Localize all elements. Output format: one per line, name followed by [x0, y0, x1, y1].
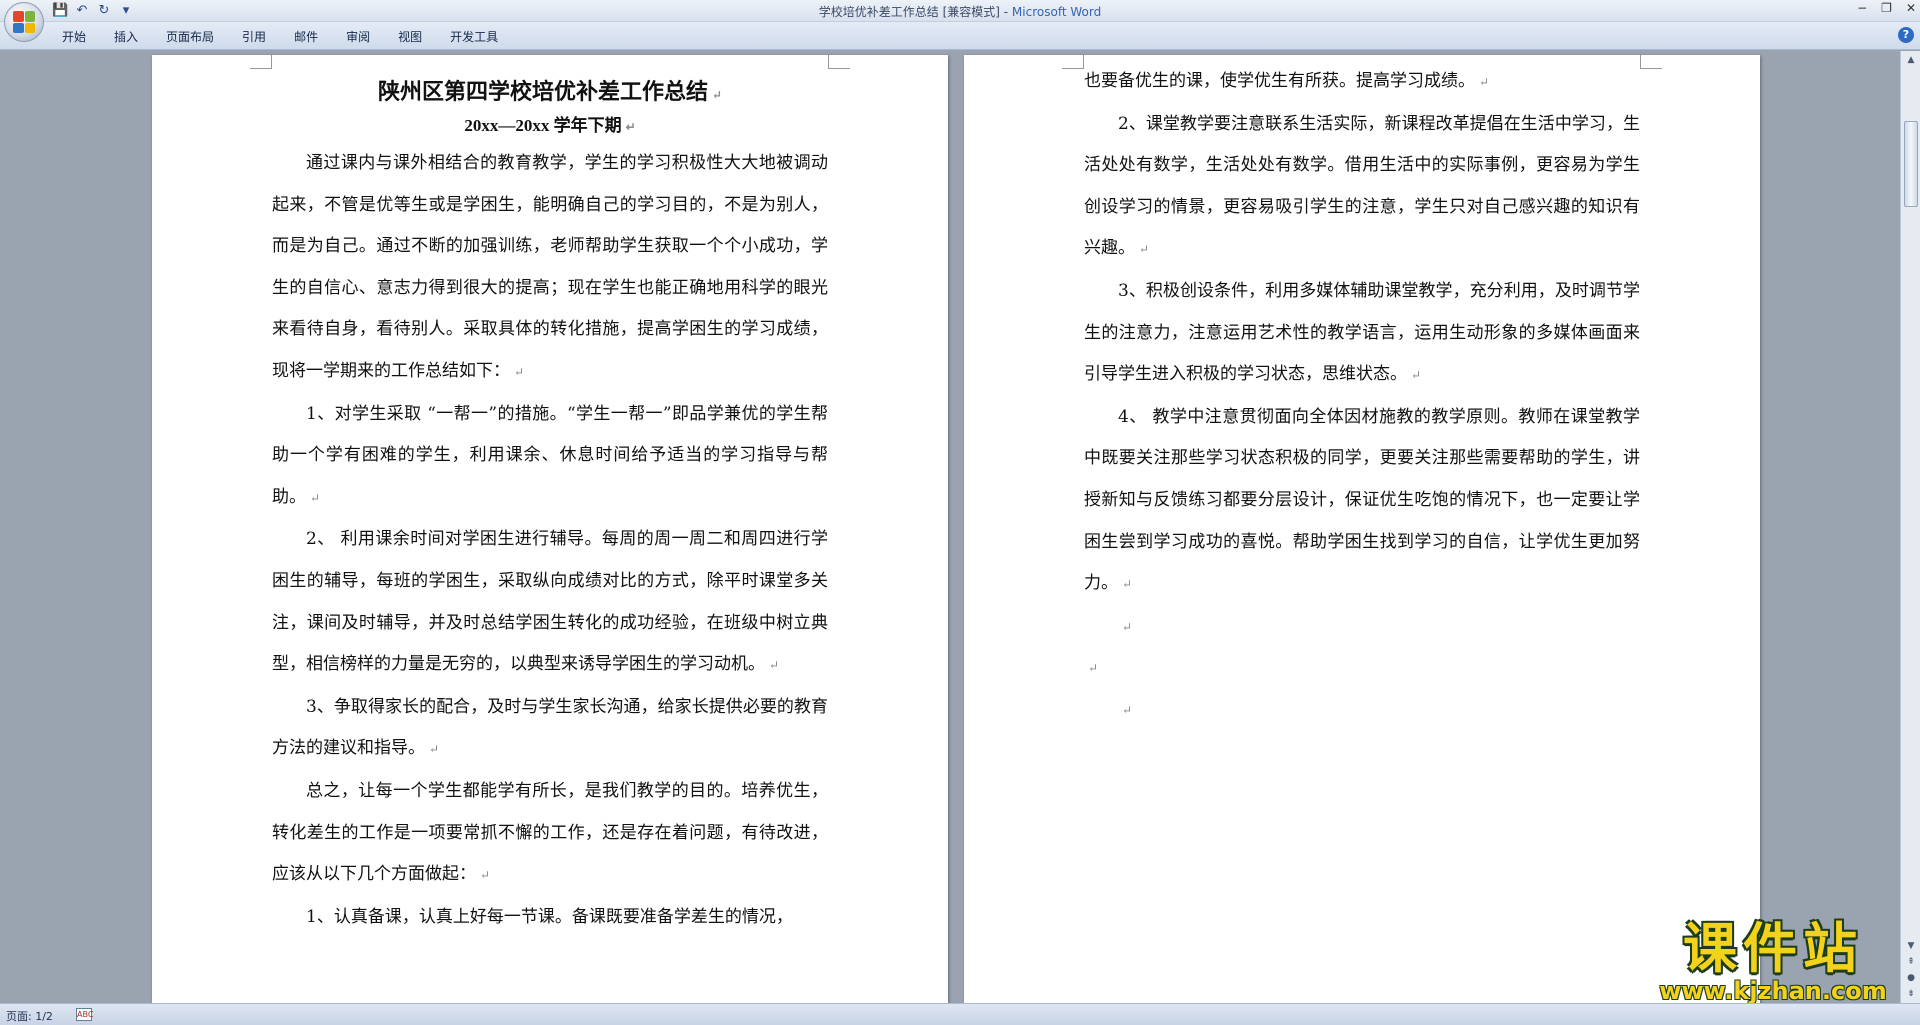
- crop-mark: [250, 55, 272, 69]
- title-bar: 💾 ↶ ↻ ▾ 学校培优补差工作总结 [兼容模式] - Microsoft Wo…: [0, 0, 1920, 42]
- empty-paragraph: ↵: [1088, 661, 1099, 676]
- paragraph: 通过课内与课外相结合的教育教学，学生的学习积极性大大地被调动起来，不管是优等生或…: [272, 153, 828, 381]
- document-title: 陕州区第四学校培优补差工作总结 ↵: [377, 79, 723, 105]
- paragraph: 2、 利用课余时间对学困生进行辅导。每周的周一周二和周四进行学困生的辅导，每班的…: [272, 529, 828, 675]
- paragraph: 1、对学生采取 “一帮一”的措施。“学生一帮一”即品学兼优的学生帮助一个学有困难…: [272, 403, 828, 507]
- empty-paragraph: ↵: [1122, 702, 1133, 717]
- page-count[interactable]: 页面: 1/2: [6, 1008, 53, 1024]
- vertical-scrollbar[interactable]: ▲ ▼ ⇞ ● ⇟: [1900, 51, 1920, 1003]
- scroll-up-icon[interactable]: ▲: [1903, 53, 1919, 67]
- paragraph: 3、争取得家长的配合，及时与学生家长沟通，给家长提供必要的教育方法的建议和指导。…: [272, 696, 828, 759]
- watermark-logo: 课件站 www.kjzhan.com: [1648, 920, 1898, 1005]
- office-logo-icon: [13, 11, 35, 33]
- tab-review[interactable]: 审阅: [332, 28, 384, 46]
- app-name: Microsoft Word: [1011, 5, 1102, 19]
- scroll-down-icon[interactable]: ▼: [1903, 939, 1919, 953]
- paragraph: 总之，让每一个学生都能学有所长，是我们教学的目的。培养优生，转化差生的工作是一项…: [272, 780, 828, 885]
- document-workspace[interactable]: 陕州区第四学校培优补差工作总结 ↵ 20xx—20xx 学年下期 ↵ 通过课内与课外…: [0, 51, 1900, 1003]
- tab-insert[interactable]: 插入: [100, 28, 152, 46]
- tab-developer[interactable]: 开发工具: [436, 28, 512, 46]
- status-bar: 页面: 1/2 ABC: [0, 1003, 1920, 1025]
- document-subtitle: 20xx—20xx 学年下期 ↵: [464, 116, 636, 135]
- crop-mark: [1062, 55, 1084, 69]
- watermark-text: 课件站: [1683, 917, 1863, 980]
- empty-paragraph: ↵: [1122, 619, 1133, 634]
- crop-mark: [1640, 55, 1662, 69]
- tab-references[interactable]: 引用: [228, 28, 280, 46]
- close-button[interactable]: ✕: [1906, 1, 1916, 15]
- paragraph: 3、积极创设条件，利用多媒体辅助课堂教学，充分利用，及时调节学生的注意力，注意运…: [1084, 280, 1640, 385]
- paragraph: 1、认真备课，认真上好每一节课。备课既要准备学差生的情况，: [306, 906, 793, 927]
- minimize-button[interactable]: −: [1857, 1, 1867, 15]
- ribbon-tabs: 开始 插入 页面布局 引用 邮件 审阅 视图 开发工具 ?: [0, 22, 1920, 50]
- tab-page-layout[interactable]: 页面布局: [152, 28, 228, 46]
- next-page-icon[interactable]: ⇟: [1903, 987, 1919, 1001]
- previous-page-icon[interactable]: ⇞: [1903, 955, 1919, 969]
- paragraph: 2、课堂教学要注意联系生活实际，新课程改革提倡在生活中学习，生活处处有数学，生活…: [1084, 113, 1640, 259]
- document-page-2[interactable]: 也要备优生的课，使学优生有所获。提高学习成绩。 ↵ 2、课堂教学要注意联系生活实际…: [964, 55, 1760, 1003]
- document-name: 学校培优补差工作总结 [兼容模式] -: [818, 5, 1012, 19]
- document-page-1[interactable]: 陕州区第四学校培优补差工作总结 ↵ 20xx—20xx 学年下期 ↵ 通过课内与课外…: [152, 55, 948, 1003]
- tab-view[interactable]: 视图: [384, 28, 436, 46]
- window-controls: − ❐ ✕: [1857, 1, 1916, 15]
- scroll-thumb[interactable]: [1904, 121, 1918, 207]
- office-button[interactable]: [4, 2, 44, 42]
- tab-list: 开始 插入 页面布局 引用 邮件 审阅 视图 开发工具: [48, 28, 512, 46]
- crop-mark: [828, 55, 850, 69]
- help-icon[interactable]: ?: [1898, 27, 1914, 43]
- paragraph: 也要备优生的课，使学优生有所获。提高学习成绩。 ↵: [1084, 71, 1490, 91]
- page-1-content: 陕州区第四学校培优补差工作总结 ↵ 20xx—20xx 学年下期 ↵ 通过课内与课外…: [272, 75, 828, 938]
- proofing-icon[interactable]: ABC: [76, 1008, 93, 1021]
- restore-button[interactable]: ❐: [1881, 1, 1892, 15]
- tab-home[interactable]: 开始: [48, 28, 100, 46]
- paragraph: 4、 教学中注意贯彻面向全体因材施教的教学原则。教师在课堂教学中既要关注那些学习…: [1084, 406, 1640, 594]
- select-browse-object-icon[interactable]: ●: [1903, 971, 1919, 985]
- tab-mailings[interactable]: 邮件: [280, 28, 332, 46]
- window-title: 学校培优补差工作总结 [兼容模式] - Microsoft Word: [0, 3, 1920, 20]
- watermark-url: www.kjzhan.com: [1659, 977, 1887, 1005]
- page-2-content: 也要备优生的课，使学优生有所获。提高学习成绩。 ↵ 2、课堂教学要注意联系生活实际…: [1084, 61, 1640, 731]
